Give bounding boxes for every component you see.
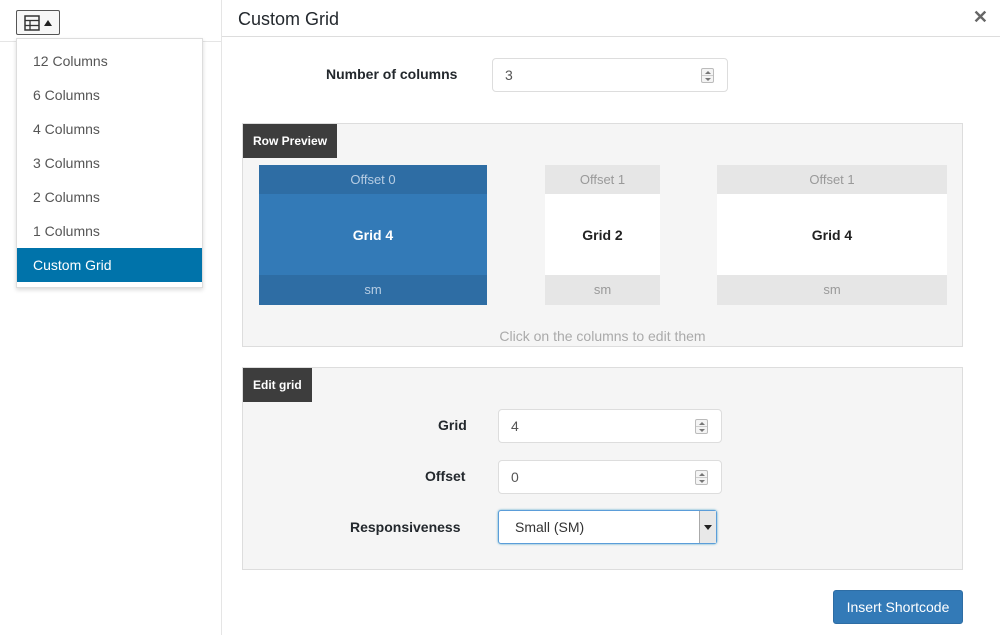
grid-value: 4 <box>511 418 519 434</box>
grid-spinner[interactable] <box>695 419 708 434</box>
caret-up-icon <box>44 19 52 26</box>
spin-up-icon[interactable] <box>696 420 707 427</box>
column-grid: Grid 4 <box>717 194 947 275</box>
spin-up-icon[interactable] <box>696 471 707 478</box>
preview-column-1[interactable]: Offset 0 Grid 4 sm <box>259 165 487 305</box>
editor-toolbar <box>0 0 222 42</box>
modal-header: Custom Grid ✕ <box>222 0 1000 37</box>
number-spinner[interactable] <box>701 68 714 83</box>
menu-item-custom-grid[interactable]: Custom Grid <box>17 248 202 282</box>
offset-value: 0 <box>511 469 519 485</box>
preview-hint: Click on the columns to edit them <box>499 328 706 344</box>
column-grid: Grid 2 <box>545 194 660 275</box>
number-of-columns-value: 3 <box>505 67 513 83</box>
column-offset: Offset 1 <box>545 165 660 194</box>
column-offset: Offset 1 <box>717 165 947 194</box>
menu-item-1-columns[interactable]: 1 Columns <box>17 214 202 248</box>
responsiveness-select[interactable]: Small (SM) <box>498 510 717 544</box>
offset-input[interactable]: 0 <box>498 460 722 494</box>
preview-column-3[interactable]: Offset 1 Grid 4 sm <box>717 165 947 305</box>
number-of-columns-input[interactable]: 3 <box>492 58 728 92</box>
table-grid-icon <box>24 14 40 31</box>
spin-down-icon[interactable] <box>702 76 713 82</box>
editor-left-pane: 12 Columns 6 Columns 4 Columns 3 Columns… <box>0 0 222 635</box>
spin-down-icon[interactable] <box>696 427 707 433</box>
offset-spinner[interactable] <box>695 470 708 485</box>
column-size: sm <box>259 275 487 305</box>
grid-label: Grid <box>438 417 467 433</box>
modal-title: Custom Grid <box>238 9 340 29</box>
close-icon[interactable]: ✕ <box>973 8 988 26</box>
grid-menu-button[interactable] <box>16 10 60 35</box>
column-size: sm <box>545 275 660 305</box>
column-grid: Grid 4 <box>259 194 487 275</box>
menu-item-6-columns[interactable]: 6 Columns <box>17 78 202 112</box>
responsiveness-label: Responsiveness <box>350 519 461 535</box>
column-size: sm <box>717 275 947 305</box>
row-preview-tag: Row Preview <box>243 124 338 158</box>
preview-column-2[interactable]: Offset 1 Grid 2 sm <box>545 165 660 305</box>
spin-down-icon[interactable] <box>696 478 707 484</box>
column-offset: Offset 0 <box>259 165 487 194</box>
custom-grid-modal: Custom Grid ✕ Number of columns 3 Row Pr… <box>222 0 1000 635</box>
grid-input[interactable]: 4 <box>498 409 722 443</box>
insert-shortcode-button[interactable]: Insert Shortcode <box>833 590 963 624</box>
grid-dropdown-menu: 12 Columns 6 Columns 4 Columns 3 Columns… <box>16 38 203 288</box>
chevron-down-icon[interactable] <box>699 511 716 543</box>
menu-item-3-columns[interactable]: 3 Columns <box>17 146 202 180</box>
menu-item-12-columns[interactable]: 12 Columns <box>17 44 202 78</box>
offset-label: Offset <box>425 468 466 484</box>
spin-up-icon[interactable] <box>702 69 713 76</box>
responsiveness-value: Small (SM) <box>515 519 585 535</box>
edit-grid-tag: Edit grid <box>243 368 312 402</box>
row-preview-panel: Row Preview Offset 0 Grid 4 sm Offset 1 … <box>242 123 963 347</box>
menu-item-4-columns[interactable]: 4 Columns <box>17 112 202 146</box>
menu-item-2-columns[interactable]: 2 Columns <box>17 180 202 214</box>
number-of-columns-label: Number of columns <box>326 66 458 82</box>
